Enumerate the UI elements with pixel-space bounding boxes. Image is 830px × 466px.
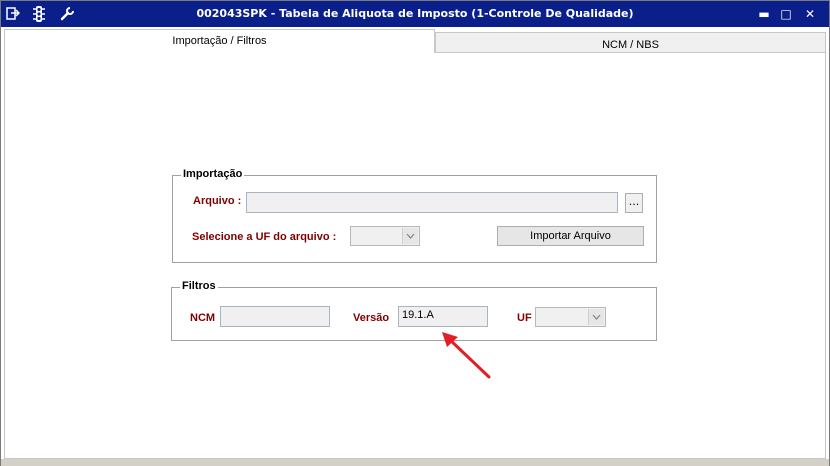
versao-label: Versão [353,312,390,324]
uf-label: UF [517,312,532,324]
importacao-legend: Importação [181,168,245,180]
filtros-group: Filtros NCM Versão 19.1.A UF [171,280,657,341]
ncm-label: NCM [190,312,216,324]
tab-panel: Importação Arquivo : ... Selecione a UF … [4,53,826,459]
close-button[interactable]: ✕ [801,5,819,23]
red-arrow-icon [442,332,491,379]
bottom-edge [1,459,829,466]
versao-input[interactable]: 19.1.A [398,306,488,327]
tab-strip: Importação / Filtros NCM / NBS [4,29,826,53]
title-bar: 002043SPK - Tabela de Aliquota de Impost… [1,1,829,27]
chevron-down-icon[interactable] [402,228,418,244]
uf-arquivo-select[interactable] [350,226,420,246]
application-window: 002043SPK - Tabela de Aliquota de Impost… [0,0,830,466]
importar-arquivo-button[interactable]: Importar Arquivo [497,226,644,246]
export-icon[interactable] [5,6,21,22]
minimize-button[interactable]: ▬ [755,5,773,23]
chevron-down-icon[interactable] [588,309,604,325]
maximize-button[interactable]: □ [777,5,795,23]
filtros-legend: Filtros [180,280,218,292]
ncm-input[interactable] [220,306,330,327]
arquivo-label: Arquivo : [193,195,242,207]
window-title: 002043SPK - Tabela de Aliquota de Impost… [196,7,634,20]
uf-arquivo-label: Selecione a UF do arquivo : [192,231,337,243]
importacao-group: Importação Arquivo : ... Selecione a UF … [172,168,657,263]
wrench-icon[interactable] [59,6,75,22]
browse-file-button[interactable]: ... [625,193,643,213]
tab-importacao-filtros[interactable]: Importação / Filtros [4,29,435,53]
uf-select[interactable] [535,307,606,327]
traffic-light-icon[interactable] [31,6,47,22]
arquivo-input[interactable] [246,192,618,213]
tab-ncm-nbs[interactable]: NCM / NBS [435,32,826,53]
